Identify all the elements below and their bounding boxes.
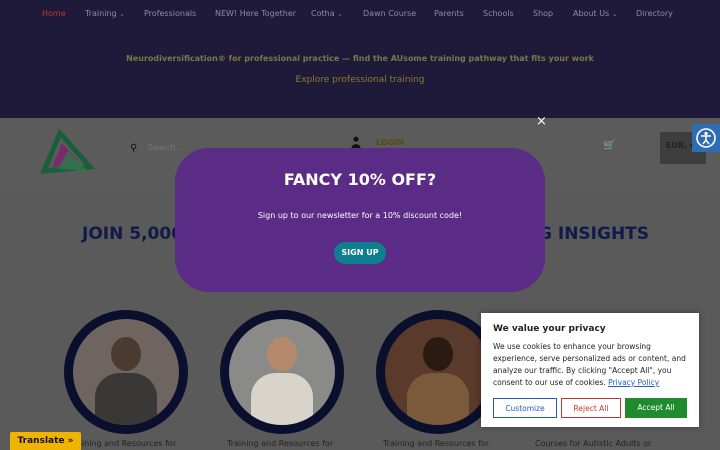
- sign-up-button[interactable]: SIGN UP: [334, 242, 386, 264]
- customize-button[interactable]: Customize: [493, 398, 557, 418]
- reject-all-button[interactable]: Reject All: [561, 398, 621, 418]
- cookie-title: We value your privacy: [493, 324, 606, 334]
- close-icon[interactable]: ×: [536, 115, 547, 128]
- accept-all-button[interactable]: Accept All: [625, 398, 687, 418]
- page: Home Training ⌄ Professionals NEW! Here T…: [0, 0, 720, 450]
- cookie-text: We use cookies to enhance your browsing …: [493, 341, 687, 389]
- modal-title: FANCY 10% OFF?: [283, 170, 437, 189]
- modal-text: Sign up to our newsletter for a 10% disc…: [257, 211, 463, 220]
- cookie-consent-banner: We value your privacy We use cookies to …: [481, 313, 699, 427]
- privacy-policy-link[interactable]: Privacy Policy: [608, 378, 659, 387]
- translate-button[interactable]: Translate »: [10, 432, 81, 450]
- newsletter-modal: FANCY 10% OFF? Sign up to our newsletter…: [175, 148, 545, 292]
